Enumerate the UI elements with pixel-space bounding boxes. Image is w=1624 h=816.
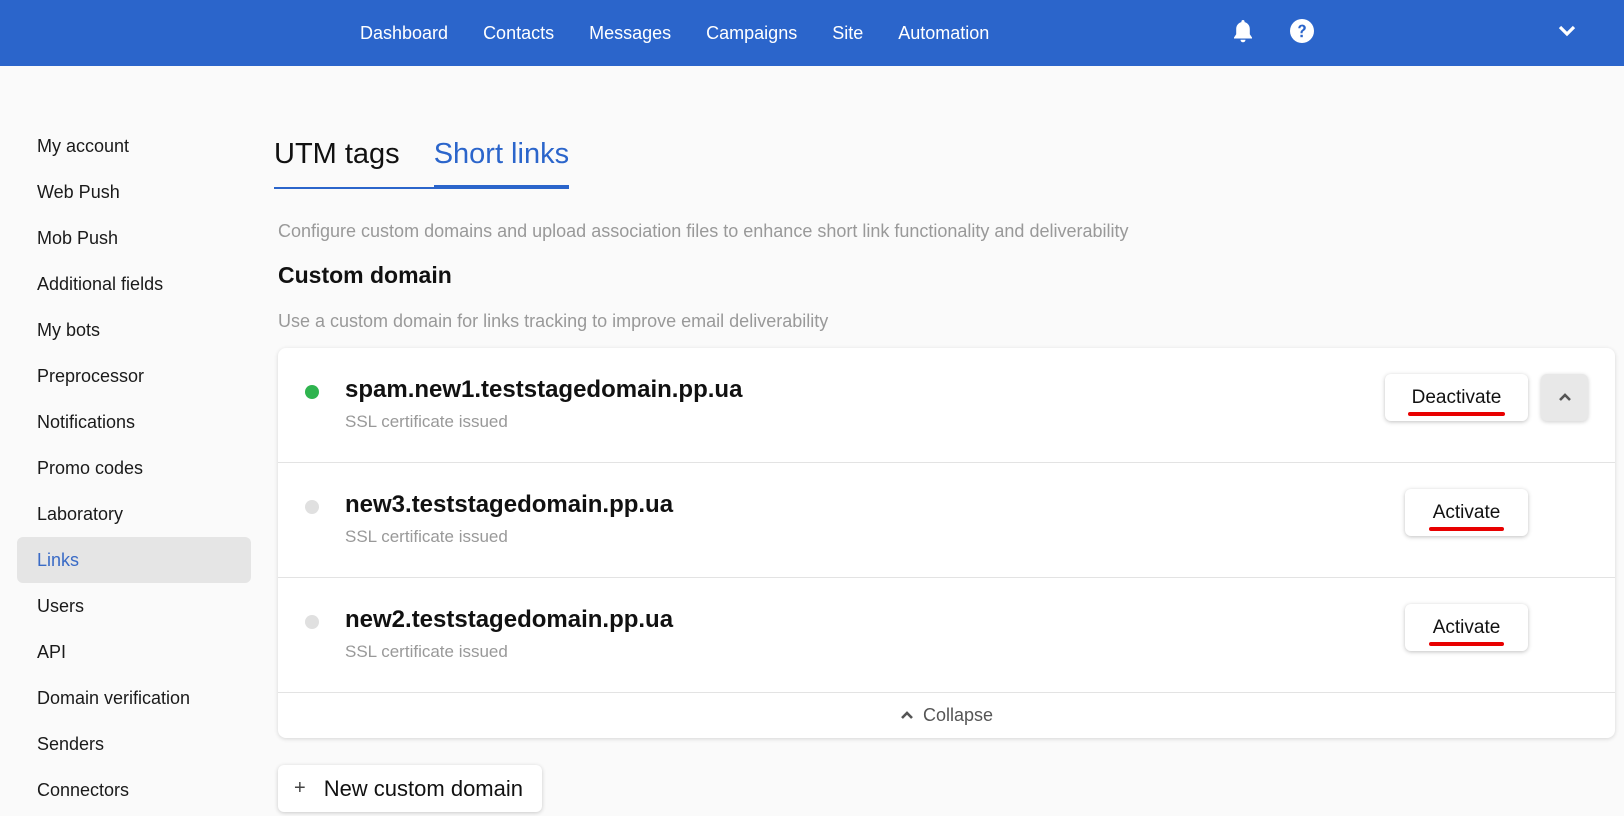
section-title: Custom domain bbox=[278, 262, 452, 288]
status-inactive-dot bbox=[305, 615, 319, 629]
nav-campaigns[interactable]: Campaigns bbox=[706, 23, 797, 44]
domain-name: new3.teststagedomain.pp.ua bbox=[345, 491, 674, 518]
section-subtitle: Use a custom domain for links tracking t… bbox=[278, 311, 829, 331]
new-custom-domain-button[interactable]: + New custom domain bbox=[278, 765, 542, 812]
help-icon[interactable] bbox=[1287, 16, 1317, 46]
chevron-up-icon bbox=[1558, 393, 1571, 401]
chevron-down-icon[interactable] bbox=[1552, 16, 1582, 46]
bell-icon[interactable] bbox=[1228, 16, 1258, 46]
sidebar-item-my-account[interactable]: My account bbox=[17, 123, 251, 169]
tab-utm-tags[interactable]: UTM tags bbox=[274, 138, 400, 187]
sidebar-item-links[interactable]: Links bbox=[17, 537, 251, 583]
activate-button-label: Activate bbox=[1428, 616, 1504, 646]
activate-button-label: Activate bbox=[1428, 501, 1504, 531]
sidebar-item-web-push[interactable]: Web Push bbox=[17, 169, 251, 215]
nav-site[interactable]: Site bbox=[832, 23, 863, 44]
new-custom-domain-label: New custom domain bbox=[323, 775, 523, 801]
domain-ssl-status: SSL certificate issued bbox=[345, 412, 508, 431]
collapse-list-button[interactable]: Collapse bbox=[278, 693, 1615, 738]
top-navigation-bar: Dashboard Contacts Messages Campaigns Si… bbox=[0, 0, 1624, 66]
domain-row: new2.teststagedomain.pp.ua SSL certifica… bbox=[278, 578, 1615, 693]
collapse-row-button[interactable] bbox=[1541, 374, 1588, 421]
nav-automation[interactable]: Automation bbox=[898, 23, 989, 44]
activate-button[interactable]: Activate bbox=[1405, 604, 1528, 651]
deactivate-button-label: Deactivate bbox=[1407, 386, 1506, 416]
sidebar-item-senders[interactable]: Senders bbox=[17, 721, 251, 767]
page-description: Configure custom domains and upload asso… bbox=[278, 221, 1129, 241]
domain-row: spam.new1.teststagedomain.pp.ua SSL cert… bbox=[278, 348, 1615, 463]
nav-contacts[interactable]: Contacts bbox=[483, 23, 554, 44]
domain-name: new2.teststagedomain.pp.ua bbox=[345, 606, 674, 633]
sidebar-item-api[interactable]: API bbox=[17, 629, 251, 675]
plus-icon: + bbox=[294, 777, 306, 799]
activate-button[interactable]: Activate bbox=[1405, 489, 1528, 536]
settings-sidebar: My account Web Push Mob Push Additional … bbox=[17, 123, 251, 813]
domain-ssl-status: SSL certificate issued bbox=[345, 527, 508, 546]
domain-ssl-status: SSL certificate issued bbox=[345, 642, 508, 661]
nav-dashboard[interactable]: Dashboard bbox=[360, 23, 448, 44]
tab-short-links[interactable]: Short links bbox=[433, 138, 570, 189]
main-nav: Dashboard Contacts Messages Campaigns Si… bbox=[360, 0, 1024, 66]
deactivate-button[interactable]: Deactivate bbox=[1385, 374, 1528, 421]
sidebar-item-mob-push[interactable]: Mob Push bbox=[17, 215, 251, 261]
sidebar-item-promo-codes[interactable]: Promo codes bbox=[17, 445, 251, 491]
status-active-dot bbox=[305, 385, 319, 399]
sidebar-item-notifications[interactable]: Notifications bbox=[17, 399, 251, 445]
sidebar-item-connectors[interactable]: Connectors bbox=[17, 767, 251, 813]
nav-messages[interactable]: Messages bbox=[589, 23, 671, 44]
links-tabs: UTM tags Short links bbox=[274, 138, 570, 189]
sidebar-item-users[interactable]: Users bbox=[17, 583, 251, 629]
collapse-label: Collapse bbox=[922, 705, 994, 725]
domain-row: new3.teststagedomain.pp.ua SSL certifica… bbox=[278, 463, 1615, 578]
chevron-up-icon bbox=[901, 711, 913, 719]
sidebar-item-additional-fields[interactable]: Additional fields bbox=[17, 261, 251, 307]
sidebar-item-my-bots[interactable]: My bots bbox=[17, 307, 251, 353]
sidebar-item-laboratory[interactable]: Laboratory bbox=[17, 491, 251, 537]
sidebar-item-preprocessor[interactable]: Preprocessor bbox=[17, 353, 251, 399]
sidebar-item-domain-verification[interactable]: Domain verification bbox=[17, 675, 251, 721]
domain-name: spam.new1.teststagedomain.pp.ua bbox=[345, 376, 743, 403]
status-inactive-dot bbox=[305, 500, 319, 514]
custom-domains-card: spam.new1.teststagedomain.pp.ua SSL cert… bbox=[278, 348, 1615, 738]
